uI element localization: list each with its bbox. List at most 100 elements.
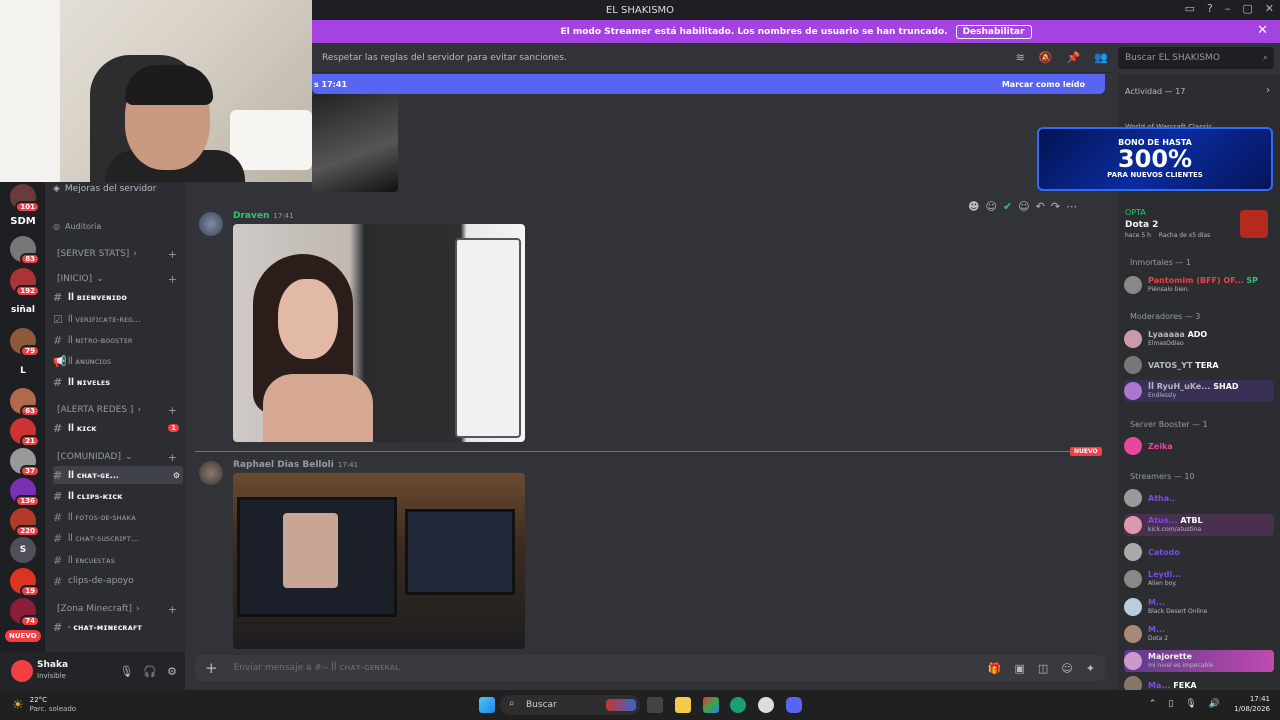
- mic-icon[interactable]: 🎙: [1185, 699, 1196, 709]
- message-author[interactable]: Draven 17:41: [233, 211, 294, 221]
- edge-icon[interactable]: [730, 697, 746, 713]
- microphone-icon[interactable]: 🎙: [119, 665, 133, 678]
- member-item[interactable]: M... Dota 2: [1124, 623, 1274, 645]
- member-item[interactable]: VATOS_YT TERA: [1124, 354, 1274, 376]
- add-channel-icon[interactable]: +: [168, 603, 177, 616]
- member-item[interactable]: Zeika: [1124, 435, 1274, 457]
- reply-icon[interactable]: ↶: [1036, 200, 1045, 213]
- category-inicio[interactable]: [INICIO] ⌄: [57, 274, 104, 284]
- server-icon[interactable]: S: [10, 537, 36, 563]
- channel-item[interactable]: # ᐧ ᴄʜᴀᴛ-ᴍɪɴᴇᴄʀᴀꜰᴛ: [53, 618, 183, 636]
- category-server-stats[interactable]: [SERVER STATS] ›: [57, 249, 137, 259]
- add-channel-icon[interactable]: +: [168, 248, 177, 261]
- add-channel-icon[interactable]: +: [168, 451, 177, 464]
- chrome-icon[interactable]: [758, 697, 774, 713]
- threads-icon[interactable]: ≋: [1016, 51, 1025, 64]
- server-icon[interactable]: 101: [10, 184, 40, 213]
- member-item[interactable]: Leydi... Alien boy.: [1124, 568, 1274, 590]
- audit-log-link[interactable]: ◎ Auditoría: [53, 217, 183, 235]
- app-icon[interactable]: [703, 697, 719, 713]
- message-image[interactable]: [233, 473, 525, 649]
- server-icon[interactable]: 79: [10, 328, 40, 357]
- reaction-icon[interactable]: ☺: [985, 200, 996, 213]
- channel-item[interactable]: # ꟾꟾ ɴɪᴛʀᴏ-ʙᴏᴏꜱᴛᴇʀ: [53, 331, 183, 349]
- message-composer[interactable]: + Enviar mensaje a #-- ꟾꟾ ᴄʜᴀᴛ-ɢᴇɴᴇʀᴀʟ 🎁…: [195, 655, 1105, 681]
- server-icon[interactable]: 21: [10, 418, 40, 447]
- message-image[interactable]: [312, 94, 398, 192]
- add-reaction-icon[interactable]: ☺: [1018, 200, 1029, 213]
- mark-read-button[interactable]: Marcar como leído: [1002, 80, 1085, 89]
- settings-icon[interactable]: ⚙: [173, 471, 180, 480]
- member-item[interactable]: Atus... ATBL kick.com/atustina: [1124, 514, 1274, 536]
- discord-icon[interactable]: [786, 697, 802, 713]
- activity-game[interactable]: Dota 2: [1125, 220, 1158, 230]
- clock-date[interactable]: 1/08/2026: [1234, 704, 1270, 714]
- clock-time[interactable]: 17:41: [1250, 694, 1270, 704]
- member-item[interactable]: Lyaaaaa ADO ElmasOdiao: [1124, 328, 1274, 350]
- tray-chevron-icon[interactable]: ⌃: [1149, 699, 1157, 709]
- gift-icon[interactable]: 🎁: [988, 662, 1002, 675]
- channel-item[interactable]: # ꟾꟾ ᴇɴᴄᴜᴇꜱᴛᴀꜱ: [53, 551, 183, 569]
- help-icon[interactable]: ?: [1207, 2, 1213, 15]
- activity-title[interactable]: Actividad — 17: [1125, 87, 1185, 96]
- channel-item[interactable]: ☑ ꟾꟾ ᴠᴇʀɪꜰɪᴄᴀᴛᴇ-ʀᴇɢ...: [53, 310, 183, 328]
- channel-item[interactable]: # ꟾꟾ ʙɪᴇɴᴠᴇɴɪᴅᴏ: [53, 288, 183, 306]
- apps-icon[interactable]: ✦: [1086, 662, 1095, 675]
- server-icon[interactable]: 192: [10, 268, 40, 297]
- check-icon[interactable]: ✔: [1003, 200, 1012, 213]
- task-view-icon[interactable]: [647, 697, 663, 713]
- channel-item[interactable]: # ꟾꟾ ᴄʟɪᴘꜱ-ᴋɪᴄᴋ: [53, 487, 183, 505]
- search-input[interactable]: Buscar EL SHAKISMO ⌕: [1118, 47, 1274, 69]
- member-item[interactable]: M... Black Desert Online: [1124, 596, 1274, 618]
- channel-item[interactable]: # ꟾꟾ ᴄʜᴀᴛ-ꜱᴜꜱᴄʀɪᴘᴛ...: [53, 529, 183, 547]
- chevron-right-icon[interactable]: ›: [1266, 85, 1270, 96]
- member-item[interactable]: Atha..: [1124, 487, 1274, 509]
- file-explorer-icon[interactable]: [675, 697, 691, 713]
- server-icon[interactable]: 19: [10, 568, 40, 597]
- taskbar-search[interactable]: ⌕ Buscar: [500, 695, 640, 715]
- server-icon[interactable]: L: [10, 358, 36, 384]
- gif-icon[interactable]: ▣: [1015, 662, 1025, 675]
- reaction-icon[interactable]: ☻: [968, 200, 979, 213]
- pin-icon[interactable]: 📌: [1067, 51, 1081, 64]
- message-author[interactable]: Raphael Dias Belloli 17:41: [233, 460, 358, 470]
- member-item[interactable]: ꟾꟾ RyuH_uKe... SHAD Endlessly: [1124, 380, 1274, 402]
- avatar[interactable]: [11, 660, 33, 682]
- close-window-icon[interactable]: ✕: [1265, 2, 1274, 15]
- server-boost-link[interactable]: ◈ Mejoras del servidor: [53, 180, 183, 198]
- channel-item-active[interactable]: # ꟾꟾ ᴄʜᴀᴛ-ɢᴇ... ⚙: [53, 466, 183, 484]
- server-icon[interactable]: 220: [10, 508, 40, 537]
- channel-item[interactable]: # ꟾꟾ ɴɪᴠᴇʟᴇꜱ: [53, 373, 183, 391]
- channel-item[interactable]: # clips-de-apoyo: [53, 572, 183, 590]
- member-item[interactable]: Pantomim (BFF) OF... SP Piénsalo bien.: [1124, 274, 1274, 296]
- category-alerta-redes[interactable]: [ALERTA REDES ] ›: [57, 405, 141, 415]
- volume-icon[interactable]: 🔊: [1209, 699, 1220, 709]
- user-settings-icon[interactable]: ⚙: [167, 665, 177, 678]
- channel-item[interactable]: 📢 ꟾꟾ ᴀɴᴜɴᴄɪᴏꜱ: [53, 352, 183, 370]
- server-icon[interactable]: 136: [10, 478, 40, 507]
- maximize-icon[interactable]: ▢: [1242, 2, 1252, 15]
- server-icon[interactable]: 83: [10, 236, 40, 265]
- server-icon[interactable]: 74: [10, 598, 40, 627]
- promo-banner[interactable]: BONO DE HASTA 300% PARA NUEVOS CLIENTES: [1037, 127, 1273, 191]
- server-icon[interactable]: SDM: [10, 208, 36, 234]
- minimize-icon[interactable]: –: [1225, 2, 1231, 15]
- mute-icon[interactable]: 🔕: [1039, 51, 1053, 64]
- category-comunidad[interactable]: [COMUNIDAD] ⌄: [57, 452, 133, 462]
- add-channel-icon[interactable]: +: [168, 273, 177, 286]
- member-item[interactable]: Majorette mi nivel es impecable: [1124, 650, 1274, 672]
- category-zona-minecraft[interactable]: [Zona Minecraft] ›: [57, 604, 140, 614]
- emoji-icon[interactable]: ☺: [1061, 662, 1072, 675]
- server-icon[interactable]: siñal: [10, 297, 36, 323]
- more-icon[interactable]: ⋯: [1066, 200, 1077, 213]
- add-channel-icon[interactable]: +: [168, 404, 177, 417]
- sticker-icon[interactable]: ◫: [1038, 662, 1048, 675]
- inbox-icon[interactable]: ▭: [1185, 2, 1195, 15]
- server-icon[interactable]: 37: [10, 448, 40, 477]
- close-banner-icon[interactable]: ✕: [1257, 23, 1268, 38]
- windows-start-icon[interactable]: [479, 697, 495, 713]
- member-item[interactable]: Catodo: [1124, 541, 1274, 563]
- headphones-icon[interactable]: 🎧: [143, 665, 157, 678]
- message-input[interactable]: Enviar mensaje a #-- ꟾꟾ ᴄʜᴀᴛ-ɢᴇɴᴇʀᴀʟ: [234, 663, 400, 673]
- network-icon[interactable]: ▯: [1168, 699, 1173, 709]
